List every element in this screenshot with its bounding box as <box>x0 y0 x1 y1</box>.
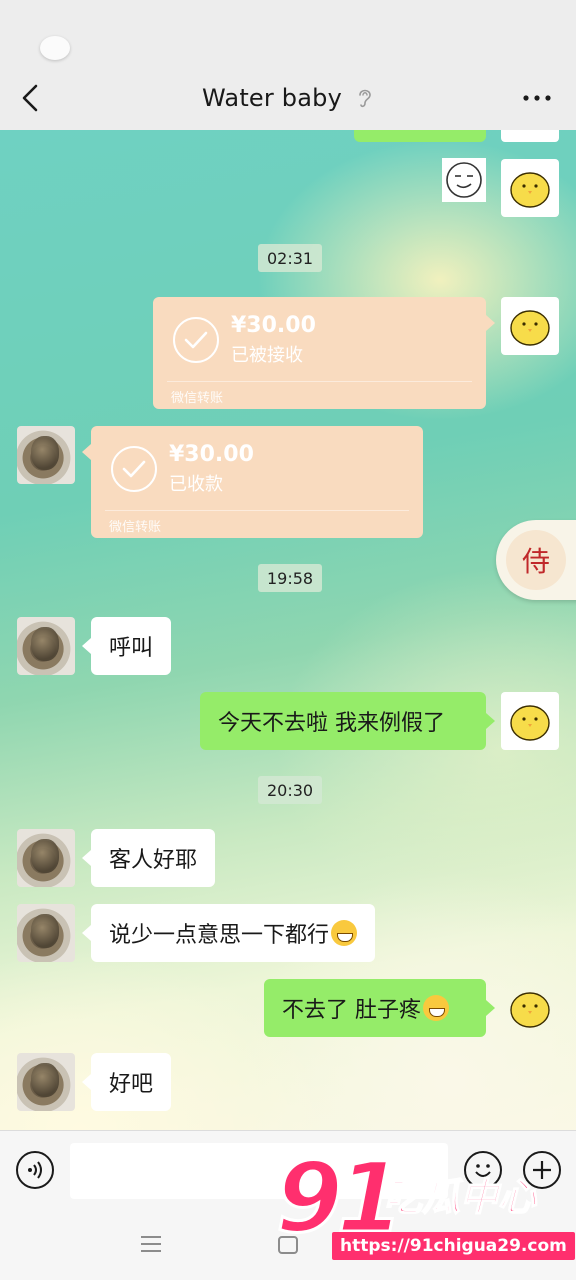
sticker-face[interactable] <box>442 158 486 202</box>
bubble-tail <box>82 444 91 460</box>
transfer-footer: 微信转账 <box>171 391 224 406</box>
bubble-tail <box>82 850 91 866</box>
transfer-card-received[interactable]: ¥30.00 已收款 微信转账 <box>91 426 423 538</box>
voice-button[interactable] <box>16 1151 54 1189</box>
transfer-amount: ¥30.00 <box>169 442 254 467</box>
transfer-footer: 微信转账 <box>109 520 162 535</box>
message-bubble[interactable]: 说少一点意思一下都行 <box>91 904 376 962</box>
message-text: 好吧 <box>109 1072 154 1097</box>
bubble-tail <box>486 1000 495 1016</box>
grin-emoji-icon <box>331 920 358 946</box>
transfer-amount: ¥30.00 <box>231 313 316 338</box>
more-icon[interactable] <box>522 94 552 102</box>
timestamp: 20:30 <box>258 776 323 804</box>
chick-icon <box>510 992 550 1028</box>
timestamp: 19:58 <box>258 564 323 592</box>
my-avatar[interactable] <box>501 979 559 1037</box>
floating-badge-logo: 侍 <box>506 530 566 590</box>
bubble-tail <box>486 713 495 729</box>
chat-title: Water baby <box>202 84 342 112</box>
contact-avatar[interactable] <box>17 904 75 962</box>
message-bubble[interactable]: 呼叫 <box>91 617 172 675</box>
check-circle-icon <box>173 317 219 363</box>
message-bubble[interactable]: 不去了 肚子疼 <box>264 979 486 1037</box>
floating-badge[interactable]: 侍 <box>496 520 576 600</box>
chick-icon <box>510 310 550 346</box>
message-text: 不去了 肚子疼 <box>282 998 421 1023</box>
watermark: 91 吃瓜中心 https://91chigua29.com <box>275 1141 575 1270</box>
bubble-tail <box>82 1074 91 1090</box>
chick-icon <box>510 172 550 208</box>
transfer-card-sent[interactable]: ¥30.00 已被接收 微信转账 <box>153 297 486 409</box>
message-text: 呼叫 <box>109 636 154 661</box>
my-avatar[interactable] <box>501 692 559 750</box>
watermark-url: https://91chigua29.com <box>332 1232 575 1260</box>
my-avatar[interactable] <box>501 130 559 142</box>
voice-icon <box>28 1161 42 1179</box>
contact-avatar[interactable] <box>17 617 75 675</box>
check-circle-icon <box>111 446 157 492</box>
notification-icon <box>40 36 70 60</box>
timestamp-text: 02:31 <box>267 248 314 268</box>
bubble-tail <box>82 925 91 941</box>
transfer-divider <box>167 381 472 382</box>
title-wrap: Water baby <box>0 66 576 130</box>
timestamp-text: 20:30 <box>267 780 314 800</box>
message-bubble[interactable]: 客人好耶 <box>91 829 216 887</box>
timestamp-text: 19:58 <box>267 568 314 588</box>
transfer-status: 已被接收 <box>231 345 303 366</box>
laugh-cry-emoji-icon <box>423 995 449 1021</box>
chat-area[interactable]: 02:31 ¥30.00 已被接收 微信转账 ¥30.00 已收款 微信转账 1… <box>0 130 576 1130</box>
menu-icon[interactable] <box>140 1234 162 1254</box>
bubble-tail <box>486 315 495 331</box>
title-bar: Water baby <box>0 66 576 130</box>
message-text: 客人好耶 <box>109 848 198 873</box>
bubble-tail <box>82 638 91 654</box>
status-bar <box>0 0 576 66</box>
message-text: 说少一点意思一下都行 <box>109 923 330 948</box>
message-bubble[interactable]: 今天不去啦 我来例假了 <box>200 692 486 750</box>
transfer-divider <box>105 510 409 511</box>
my-avatar[interactable] <box>501 159 559 217</box>
ear-icon <box>359 89 371 108</box>
message-text: 今天不去啦 我来例假了 <box>218 711 445 736</box>
contact-avatar[interactable] <box>17 1053 75 1111</box>
timestamp: 02:31 <box>258 244 323 272</box>
my-avatar[interactable] <box>501 297 559 355</box>
partial-green-bubble[interactable] <box>354 130 486 142</box>
watermark-brand: 吃瓜中心 <box>383 1174 537 1220</box>
transfer-status: 已收款 <box>169 474 223 495</box>
contact-avatar[interactable] <box>17 829 75 887</box>
smirk-face-icon <box>446 162 482 198</box>
message-bubble[interactable]: 好吧 <box>91 1053 172 1111</box>
chick-icon <box>510 705 550 741</box>
contact-avatar[interactable] <box>17 426 75 484</box>
